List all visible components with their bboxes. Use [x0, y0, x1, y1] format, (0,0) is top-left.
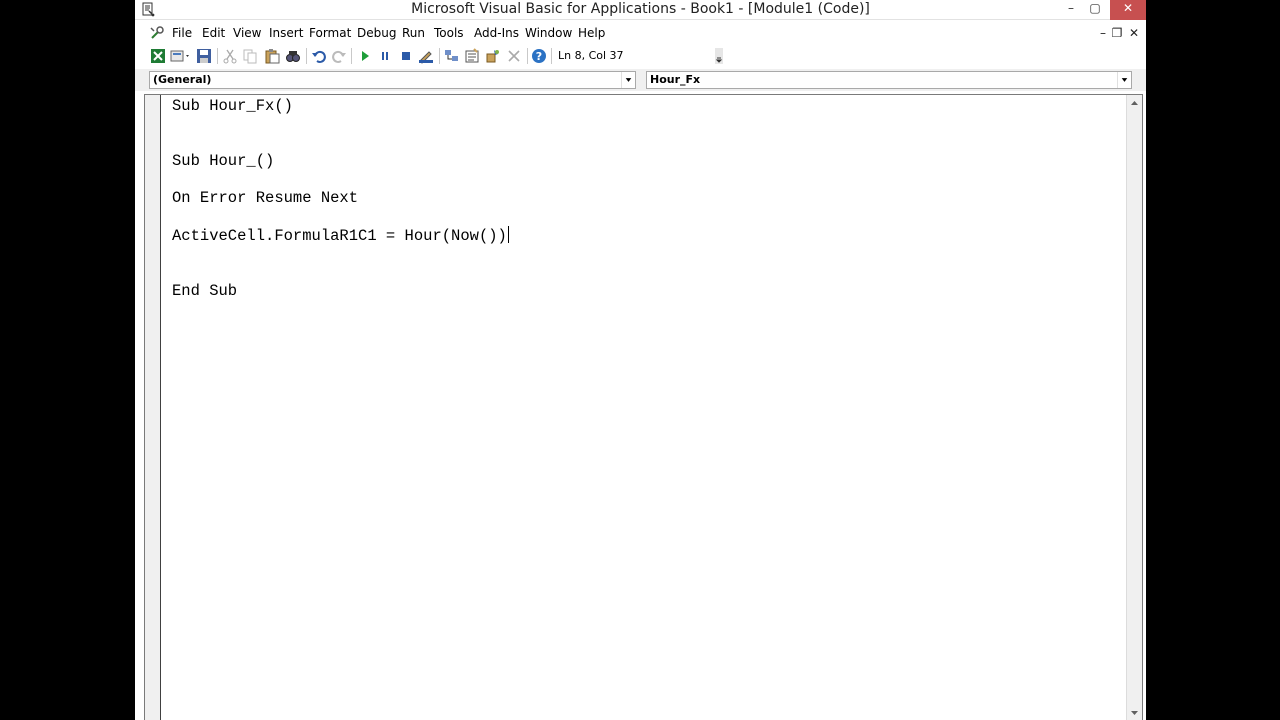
code-line[interactable]: Sub Hour_Fx()	[172, 97, 293, 115]
code-window-header: (General) Hour_Fx	[135, 69, 1146, 91]
toolbar-options-icon[interactable]	[715, 48, 723, 64]
save-icon[interactable]	[196, 48, 212, 64]
menu-file[interactable]: File	[172, 26, 192, 40]
insert-module-icon[interactable]	[170, 48, 192, 64]
toolbar-separator	[551, 48, 552, 64]
cut-icon[interactable]	[222, 48, 238, 64]
menu-insert[interactable]: Insert	[269, 26, 303, 40]
help-icon[interactable]: ?	[531, 48, 547, 64]
code-line[interactable]: On Error Resume Next	[172, 189, 358, 207]
code-line[interactable]: Sub Hour_()	[172, 152, 274, 170]
procedure-dropdown-value: Hour_Fx	[650, 73, 701, 86]
break-icon[interactable]	[377, 48, 393, 64]
menu-run[interactable]: Run	[402, 26, 425, 40]
module-code-icon[interactable]	[149, 25, 165, 41]
window-title: Microsoft Visual Basic for Applications …	[411, 1, 870, 17]
cursor-position: Ln 8, Col 37	[558, 49, 624, 62]
redo-icon[interactable]	[331, 48, 347, 64]
object-dropdown-value: (General)	[153, 73, 212, 86]
scroll-down-arrow-icon[interactable]	[1127, 705, 1142, 720]
toolbar-separator	[439, 48, 440, 64]
margin-indicator-bar[interactable]	[145, 95, 161, 720]
chevron-down-icon	[621, 72, 635, 88]
reset-icon[interactable]	[398, 48, 414, 64]
minimize-button[interactable]: –	[1059, 0, 1083, 20]
menu-debug[interactable]: Debug	[357, 26, 396, 40]
chevron-down-icon	[1117, 72, 1131, 88]
procedure-dropdown[interactable]: Hour_Fx	[646, 71, 1132, 89]
menu-window[interactable]: Window	[525, 26, 572, 40]
child-minimize-button[interactable]: –	[1096, 26, 1110, 40]
object-dropdown[interactable]: (General)	[149, 71, 636, 89]
maximize-button[interactable]: ▢	[1083, 0, 1107, 20]
close-button[interactable]: ✕	[1110, 0, 1146, 20]
run-icon[interactable]	[357, 48, 373, 64]
excel-view-icon[interactable]	[150, 48, 166, 64]
code-line[interactable]: ActiveCell.FormulaR1C1 = Hour(Now())	[172, 226, 509, 245]
standard-toolbar: ? Ln 8, Col 37	[143, 45, 723, 67]
menu-view[interactable]: View	[233, 26, 261, 40]
copy-icon[interactable]	[242, 48, 258, 64]
vba-editor-window: Microsoft Visual Basic for Applications …	[135, 0, 1146, 720]
design-mode-icon[interactable]	[418, 48, 434, 64]
object-browser-icon[interactable]	[485, 48, 501, 64]
paste-icon[interactable]	[264, 48, 280, 64]
menu-edit[interactable]: Edit	[202, 26, 225, 40]
toolbar-separator	[351, 48, 352, 64]
menu-format[interactable]: Format	[309, 26, 351, 40]
menu-tools[interactable]: Tools	[434, 26, 464, 40]
project-explorer-icon[interactable]	[444, 48, 460, 64]
menu-help[interactable]: Help	[578, 26, 605, 40]
find-icon[interactable]	[285, 48, 301, 64]
text-caret	[507, 226, 509, 243]
child-restore-button[interactable]: ❐	[1110, 26, 1124, 40]
properties-icon[interactable]	[464, 48, 480, 64]
menu-add-ins[interactable]: Add-Ins	[474, 26, 519, 40]
vertical-scrollbar[interactable]	[1126, 95, 1142, 720]
menu-bar: File Edit View Insert Format Debug Run T…	[135, 22, 1146, 44]
toolbar-separator	[217, 48, 218, 64]
code-editor[interactable]: Sub Hour_Fx() Sub Hour_() On Error Resum…	[144, 94, 1143, 720]
child-close-button[interactable]: ✕	[1127, 26, 1141, 40]
scroll-up-arrow-icon[interactable]	[1127, 95, 1142, 111]
title-bar: Microsoft Visual Basic for Applications …	[135, 0, 1146, 20]
toolbar-separator	[527, 48, 528, 64]
toolbar-separator	[306, 48, 307, 64]
code-line[interactable]: End Sub	[172, 282, 237, 300]
undo-icon[interactable]	[311, 48, 327, 64]
svg-text:?: ?	[536, 50, 542, 63]
toolbox-icon[interactable]	[506, 48, 522, 64]
